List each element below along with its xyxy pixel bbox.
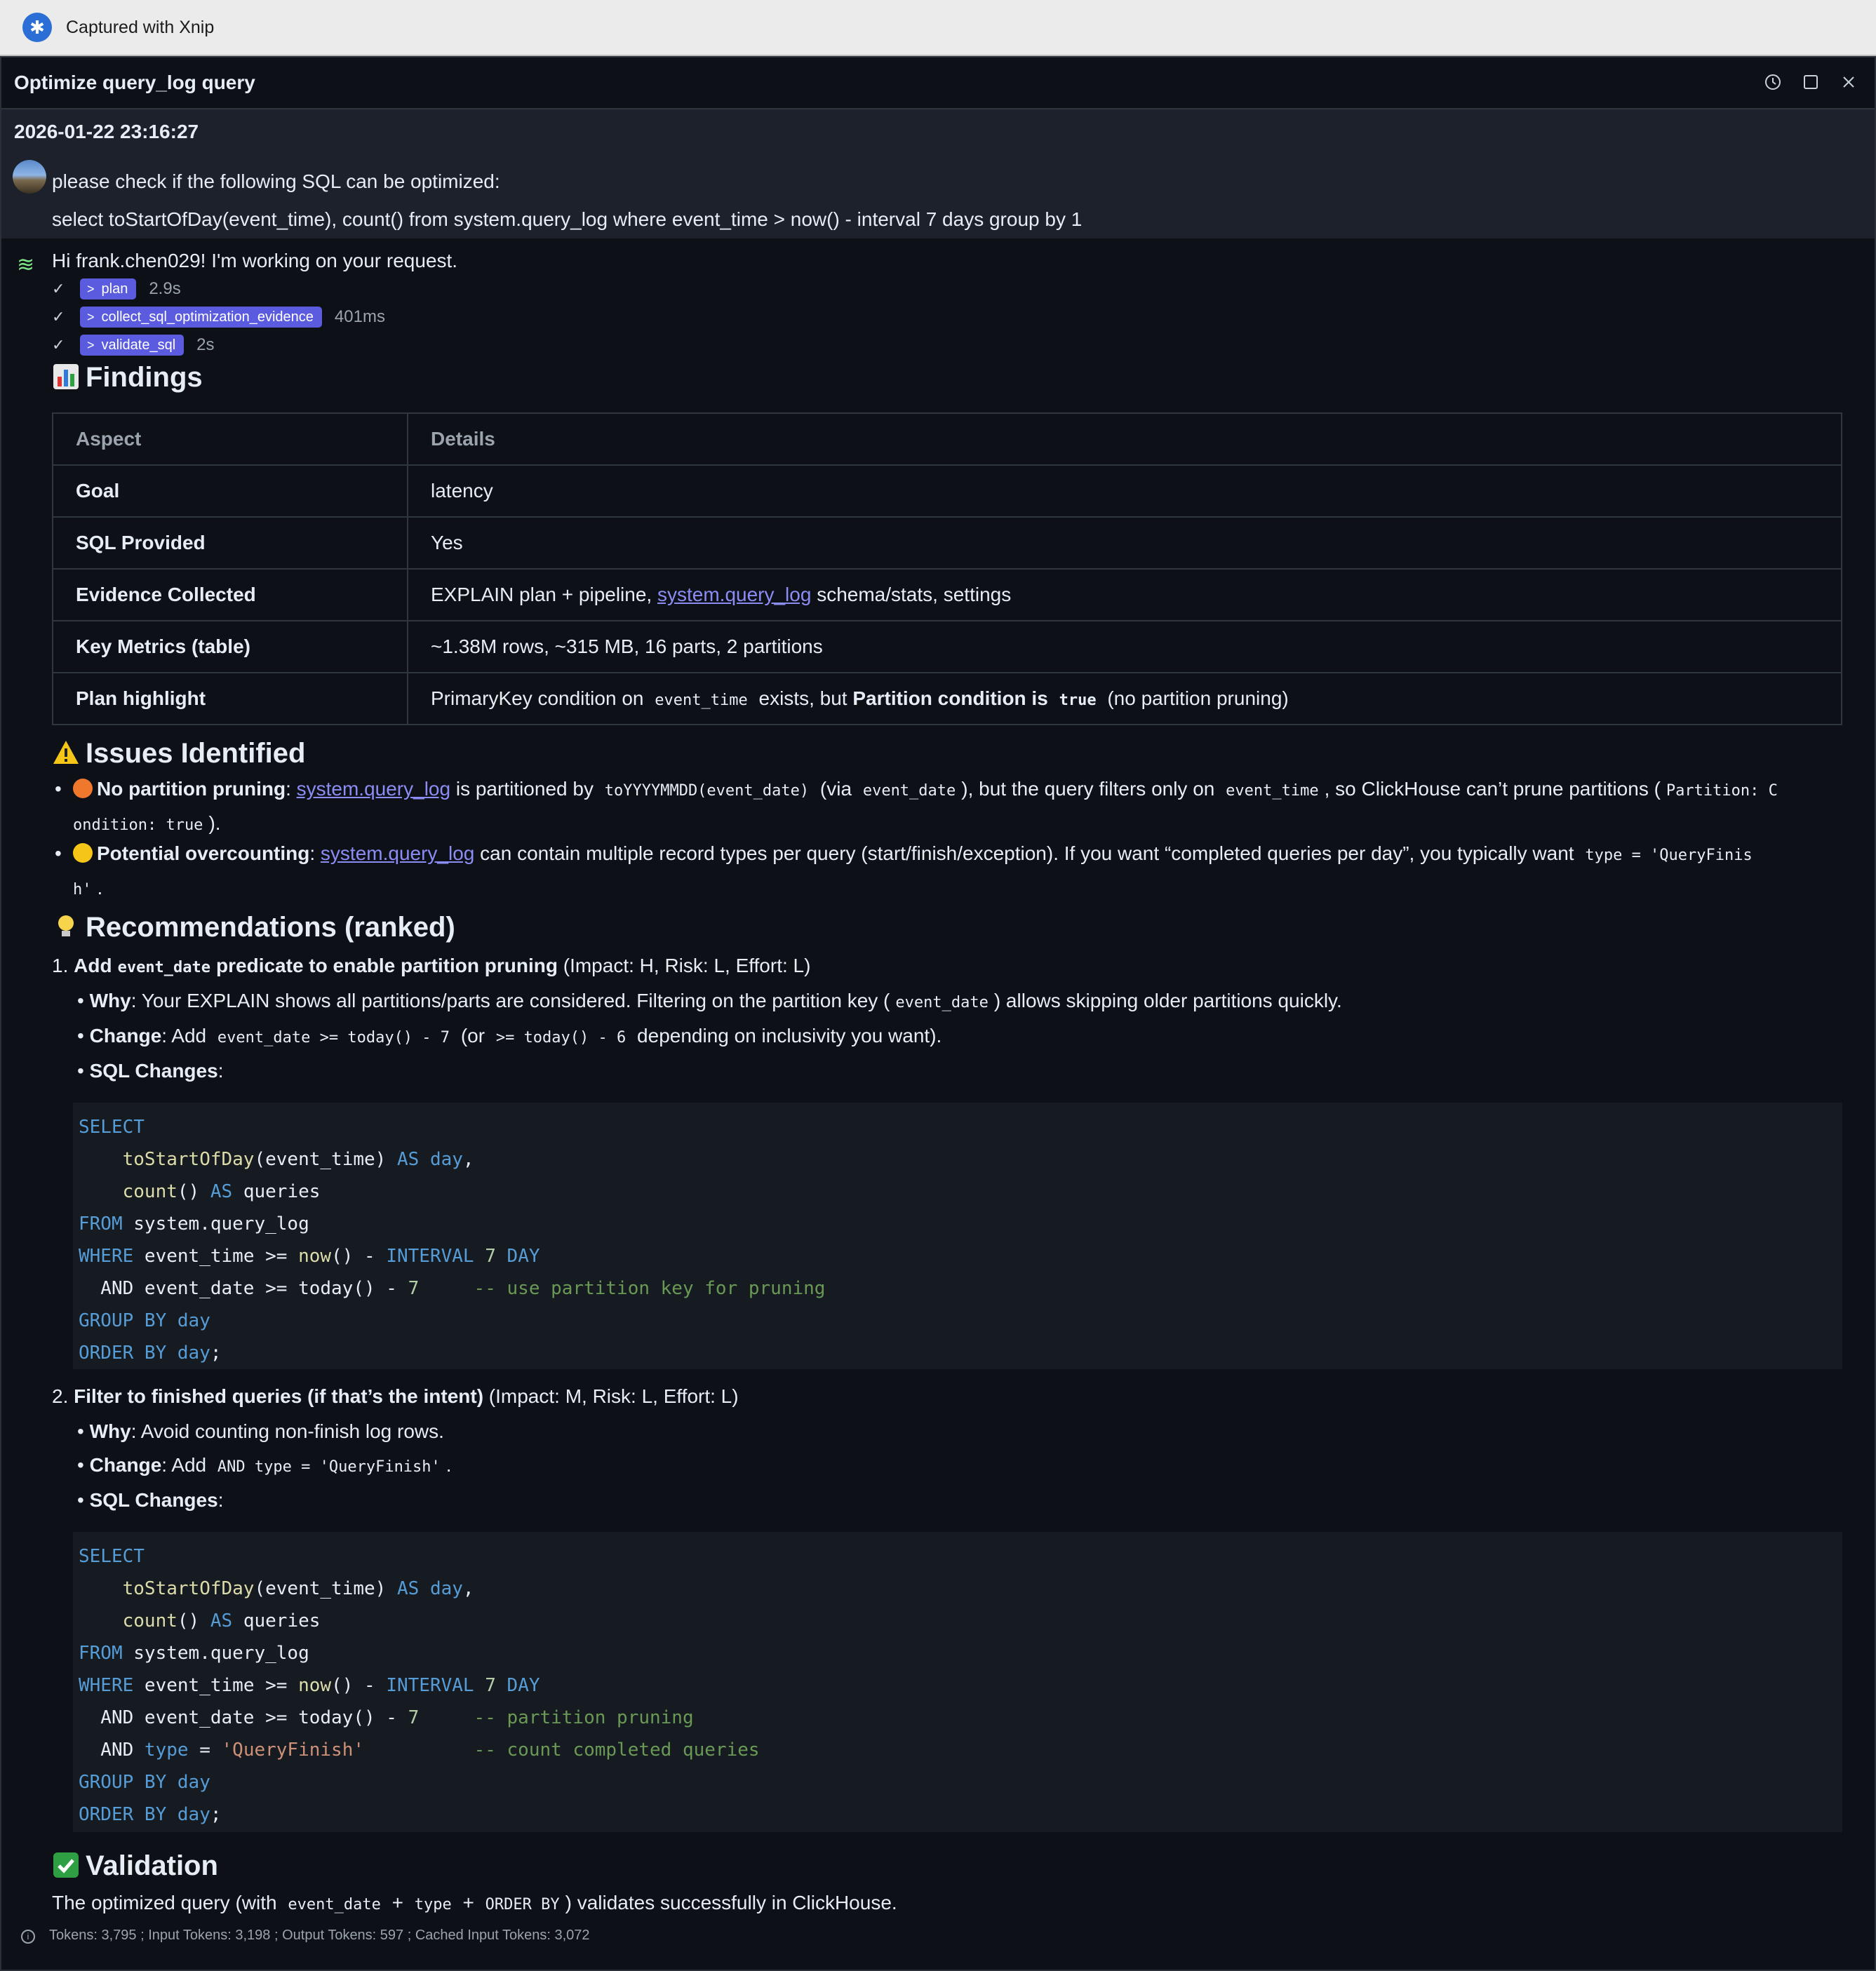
- orange-circle-icon: [73, 779, 93, 798]
- chevron-right-icon: >: [87, 281, 95, 296]
- user-message-line1: please check if the following SQL can be…: [52, 170, 500, 192]
- check-mark-icon: [53, 1852, 79, 1878]
- rec2-change: • Change: Add AND type = 'QueryFinish'.: [77, 1454, 452, 1476]
- aspect-cell: Goal: [52, 464, 408, 518]
- tool-duration: 401ms: [334, 307, 385, 326]
- tool-tag[interactable]: > collect_sql_optimization_evidence: [80, 307, 322, 328]
- user-avatar: [13, 160, 46, 194]
- maximize-icon[interactable]: [1800, 72, 1821, 93]
- aspect-cell: Plan highlight: [52, 672, 408, 725]
- token-usage-footer: i Tokens: 3,795 ; Input Tokens: 3,198 ; O…: [21, 1928, 590, 1944]
- bar-chart-icon: [53, 364, 79, 389]
- tool-step-validate[interactable]: ✓ > validate_sql 2s: [52, 334, 215, 356]
- history-icon[interactable]: [1762, 72, 1783, 93]
- details-cell: Yes: [407, 516, 1842, 570]
- aspect-cell: Evidence Collected: [52, 568, 408, 621]
- table-header-row: Aspect Details: [52, 412, 1842, 466]
- details-cell: PrimaryKey condition on event_time exist…: [407, 672, 1842, 725]
- tool-duration: 2s: [196, 335, 215, 354]
- tool-step-collect[interactable]: ✓ > collect_sql_optimization_evidence 401…: [52, 306, 385, 328]
- table-row: Key Metrics (table) ~1.38M rows, ~315 MB,…: [52, 620, 1842, 673]
- rec1-why: • Why: Your EXPLAIN shows all partitions…: [77, 990, 1342, 1011]
- rec2-why: • Why: Avoid counting non-finish log row…: [77, 1420, 444, 1442]
- assistant-greeting: Hi frank.chen029! I'm working on your re…: [52, 250, 458, 271]
- tool-tag[interactable]: > validate_sql: [80, 335, 185, 356]
- yellow-circle-icon: [73, 843, 93, 863]
- sql-code-block-1[interactable]: SELECT toStartOfDay(event_time) AS day, …: [73, 1103, 1842, 1369]
- aspect-cell: Key Metrics (table): [52, 620, 408, 673]
- issue-item: • Potential overcounting: system.query_l…: [55, 842, 1753, 899]
- chevron-right-icon: >: [87, 337, 95, 352]
- aspect-cell: SQL Provided: [52, 516, 408, 570]
- tool-name: collect_sql_optimization_evidence: [101, 309, 314, 325]
- details-cell: ~1.38M rows, ~315 MB, 16 parts, 2 partit…: [407, 620, 1842, 673]
- window-title: Optimize query_log query: [14, 72, 255, 93]
- findings-heading: Findings: [52, 362, 203, 393]
- findings-table: Aspect Details Goal latency SQL Provided Ye…: [52, 412, 1842, 725]
- recommendations-heading: Recommendations (ranked): [52, 912, 455, 943]
- table-row: Evidence Collected EXPLAIN plan + pipelin…: [52, 568, 1842, 621]
- table-row: Goal latency: [52, 464, 1842, 518]
- tool-duration: 2.9s: [149, 279, 181, 298]
- rec1-sql-changes-label: • SQL Changes:: [77, 1060, 224, 1082]
- rec1-change: • Change: Add event_date >= today() - 7 …: [77, 1025, 942, 1047]
- xnip-app-icon: ✱: [22, 13, 52, 42]
- table-row: SQL Provided Yes: [52, 516, 1842, 570]
- column-header: Aspect: [52, 412, 408, 466]
- tool-name: plan: [101, 281, 128, 297]
- assistant-icon: ≋: [17, 253, 35, 276]
- info-icon: i: [21, 1930, 35, 1944]
- lightbulb-icon: [58, 915, 74, 936]
- warning-icon: [53, 741, 79, 764]
- system-query-log-link[interactable]: system.query_log: [297, 778, 450, 800]
- system-query-log-link[interactable]: system.query_log: [321, 842, 474, 864]
- tool-step-plan[interactable]: ✓ > plan 2.9s: [52, 278, 181, 300]
- sql-code-block-2[interactable]: SELECT toStartOfDay(event_time) AS day, …: [73, 1532, 1842, 1832]
- recommendation-1: 1. Add event_date predicate to enable part…: [52, 955, 811, 976]
- issues-heading: Issues Identified: [52, 738, 305, 769]
- window-header: Optimize query_log query: [1, 58, 1875, 109]
- capture-titlebar: ✱ Captured with Xnip: [0, 0, 1876, 56]
- validation-text: The optimized query (with event_date + t…: [52, 1892, 897, 1913]
- close-icon[interactable]: [1838, 72, 1859, 93]
- recommendation-2: 2. Filter to finished queries (if that’s…: [52, 1385, 739, 1407]
- check-icon: ✓: [52, 280, 65, 297]
- tool-name: validate_sql: [101, 337, 176, 353]
- issue-item: • No partition pruning: system.query_log…: [55, 778, 1778, 834]
- check-icon: ✓: [52, 308, 65, 325]
- details-cell: latency: [407, 464, 1842, 518]
- tool-tag[interactable]: > plan: [80, 278, 137, 300]
- chevron-right-icon: >: [87, 309, 95, 324]
- table-row: Plan highlight PrimaryKey condition on ev…: [52, 672, 1842, 725]
- capture-title: Captured with Xnip: [66, 17, 215, 37]
- validation-heading: Validation: [52, 1850, 218, 1882]
- user-message: please check if the following SQL can be…: [52, 163, 1082, 238]
- user-message-line2: select toStartOfDay(event_time), count()…: [52, 208, 1083, 230]
- details-cell: EXPLAIN plan + pipeline, system.query_lo…: [407, 568, 1842, 621]
- message-timestamp: 2026-01-22 23:16:27: [14, 121, 199, 142]
- check-icon: ✓: [52, 336, 65, 354]
- rec2-sql-changes-label: • SQL Changes:: [77, 1489, 224, 1511]
- column-header: Details: [407, 412, 1842, 466]
- system-query-log-link[interactable]: system.query_log: [657, 584, 811, 605]
